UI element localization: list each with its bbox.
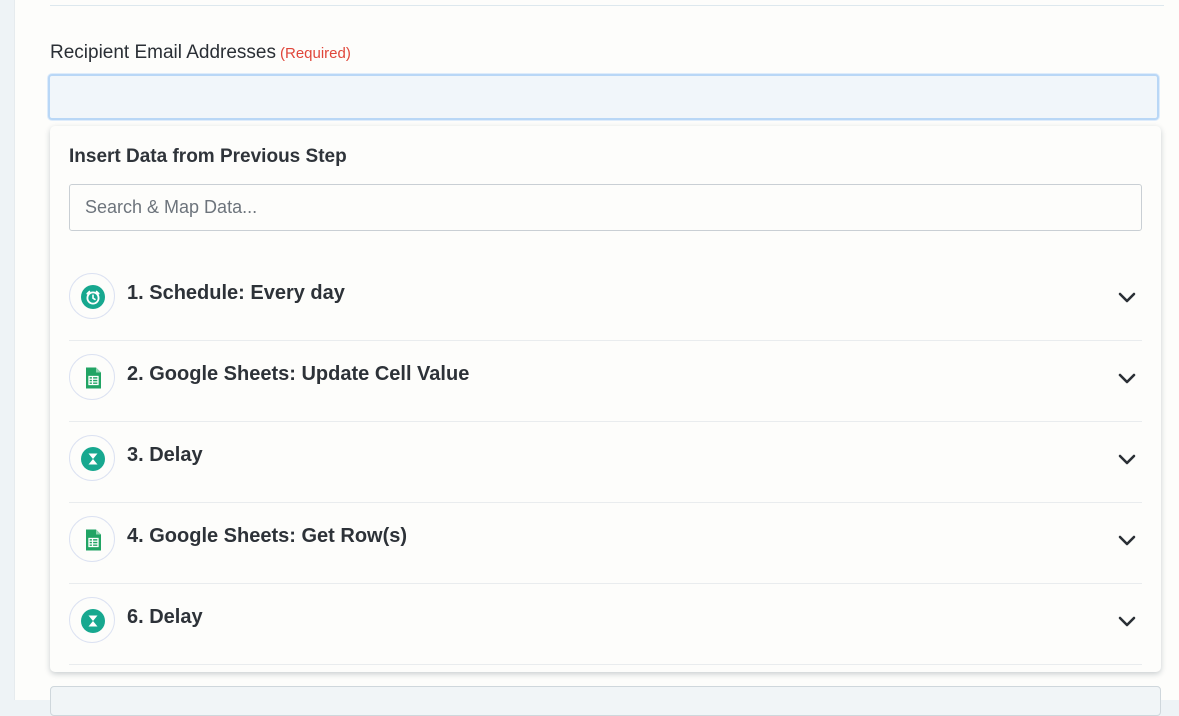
step-list: 1. Schedule: Every day 2. Google Sheets:…: [69, 260, 1142, 665]
recipient-email-label: Recipient Email Addresses (Required): [50, 42, 351, 64]
hourglass-icon: [69, 597, 115, 643]
chevron-down-icon[interactable]: [1116, 286, 1138, 308]
chevron-down-icon[interactable]: [1116, 367, 1138, 389]
step-item-delay[interactable]: 6. Delay: [69, 584, 1142, 665]
required-indicator: (Required): [280, 45, 351, 62]
google-sheets-icon: [69, 354, 115, 400]
recipient-email-label-text: Recipient Email Addresses: [50, 42, 276, 63]
search-map-data-input[interactable]: [69, 184, 1142, 231]
step-label: 6. Delay: [127, 606, 203, 628]
step-item-schedule[interactable]: 1. Schedule: Every day: [69, 260, 1142, 341]
alarm-clock-icon: [69, 273, 115, 319]
hourglass-icon: [69, 435, 115, 481]
chevron-down-icon[interactable]: [1116, 448, 1138, 470]
next-field-input[interactable]: [50, 686, 1161, 716]
step-label: 2. Google Sheets: Update Cell Value: [127, 363, 470, 385]
google-sheets-icon: [69, 516, 115, 562]
insert-data-dropdown: Insert Data from Previous Step 1. Schedu…: [50, 126, 1161, 672]
step-item-delay[interactable]: 3. Delay: [69, 422, 1142, 503]
divider: [50, 5, 1164, 6]
chevron-down-icon[interactable]: [1116, 610, 1138, 632]
step-item-update-cell-value[interactable]: 2. Google Sheets: Update Cell Value: [69, 341, 1142, 422]
step-label: 1. Schedule: Every day: [127, 282, 345, 304]
chevron-down-icon[interactable]: [1116, 529, 1138, 551]
recipient-email-input[interactable]: [48, 74, 1159, 120]
step-label: 4. Google Sheets: Get Row(s): [127, 525, 408, 547]
step-item-get-rows[interactable]: 4. Google Sheets: Get Row(s): [69, 503, 1142, 584]
form-panel: Recipient Email Addresses (Required) Inse…: [14, 0, 1179, 716]
insert-data-title: Insert Data from Previous Step: [69, 146, 347, 167]
step-label: 3. Delay: [127, 444, 203, 466]
